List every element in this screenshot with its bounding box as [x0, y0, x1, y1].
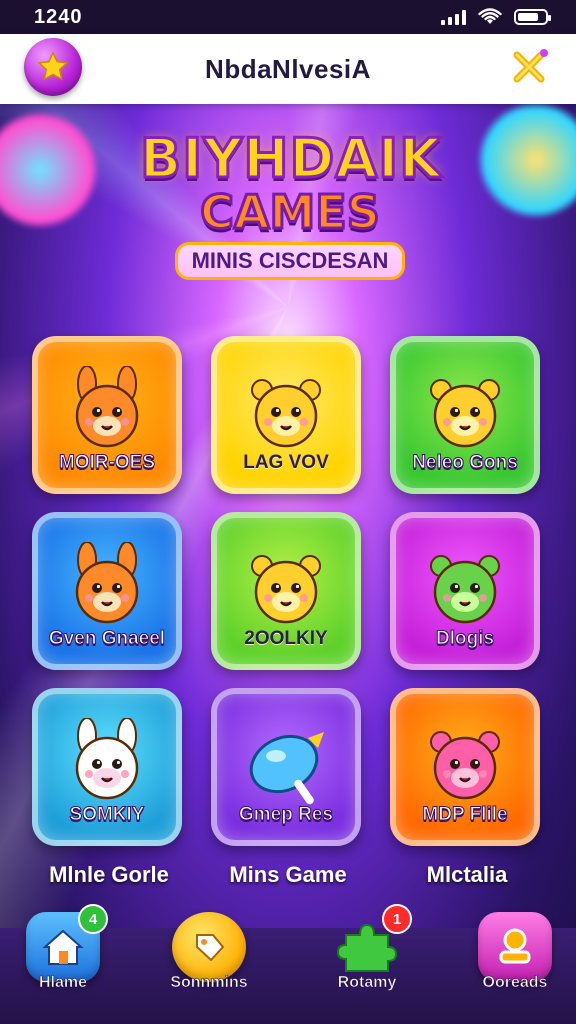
- game-tile-8[interactable]: Gmep Res: [211, 688, 361, 846]
- nav-puzzle-tile: 1: [330, 904, 412, 982]
- logo-tagline: MINIS CISCDESAN: [174, 242, 406, 280]
- nav-tag-tile: [172, 912, 246, 982]
- app-header: NbdaNlvesiA: [0, 34, 576, 104]
- status-time: 1240: [34, 5, 83, 28]
- game-logo: BIYHDAIK CAMES MINIS CISCDESAN: [139, 127, 443, 300]
- nav-tag[interactable]: Sonnmins: [154, 912, 264, 1022]
- nav-puzzle[interactable]: 1 Rotamy: [312, 904, 422, 1022]
- nav-tag-label: Sonnmins: [170, 974, 248, 992]
- game-tile-label: LAG VOV: [243, 452, 329, 473]
- bottom-nav: 4 Hlame Sonnmins 1 Rotamy Ooreads: [0, 904, 576, 1024]
- game-tile-9[interactable]: MDP Flile: [390, 688, 540, 846]
- close-icon: [513, 49, 548, 83]
- star-icon: [37, 51, 69, 81]
- status-bar: 1240: [0, 0, 576, 34]
- nav-puzzle-badge: 1: [382, 904, 412, 934]
- game-tile-label: Gven Gnaeel: [48, 628, 166, 650]
- nav-trophy-label: Ooreads: [482, 974, 548, 992]
- battery-icon: [514, 9, 551, 25]
- row-caption-2: Mins Game: [229, 862, 347, 887]
- game-tile-5[interactable]: 2OOLKIY: [211, 512, 361, 670]
- status-icons: [441, 8, 551, 26]
- spotlight-right: [476, 100, 576, 220]
- game-tile-3[interactable]: Neleo Gons: [390, 336, 540, 494]
- nav-home-badge: 4: [78, 904, 108, 934]
- nav-home[interactable]: 4 Hlame: [8, 904, 118, 1022]
- game-tile-label: MDP Flile: [422, 804, 508, 826]
- logo-subtitle: CAMES: [199, 185, 382, 239]
- favorites-button[interactable]: [24, 38, 82, 96]
- nav-home-label: Hlame: [38, 974, 88, 992]
- trophy-icon: [499, 928, 531, 964]
- game-tile-label: MOIR-OES: [58, 452, 156, 474]
- game-tile-label: Gmep Res: [239, 804, 334, 826]
- nav-trophy-tile: [478, 912, 552, 982]
- spotlight-left: [0, 110, 100, 230]
- game-tile-7[interactable]: SOMKIY: [32, 688, 182, 846]
- game-tile-6[interactable]: Dlogis: [390, 512, 540, 670]
- nav-trophy[interactable]: Ooreads: [460, 912, 570, 1022]
- game-tile-label: Neleo Gons: [412, 452, 519, 474]
- game-tile-label: SOMKIY: [69, 804, 145, 826]
- nav-puzzle-label: Rotamy: [337, 974, 397, 992]
- row-caption-3: Mlctalia: [426, 862, 508, 887]
- game-tile-label: 2OOLKIY: [244, 628, 328, 649]
- nav-home-tile: 4: [26, 904, 108, 982]
- game-tile-2[interactable]: LAG VOV: [211, 336, 361, 494]
- tag-icon: [196, 934, 225, 962]
- wifi-icon: [478, 8, 502, 24]
- signal-icon: [441, 9, 466, 25]
- game-tile-1[interactable]: MOIR-OES: [32, 336, 182, 494]
- logo-title: BIYHDAIK: [139, 127, 443, 190]
- home-icon: [42, 929, 84, 965]
- row-caption-1: Mlnle Gorle: [49, 862, 169, 887]
- game-tile-label: Dlogis: [435, 628, 495, 650]
- close-button[interactable]: [506, 44, 552, 90]
- game-tile-4[interactable]: Gven Gnaeel: [32, 512, 182, 670]
- page-title: NbdaNlvesiA: [205, 53, 371, 84]
